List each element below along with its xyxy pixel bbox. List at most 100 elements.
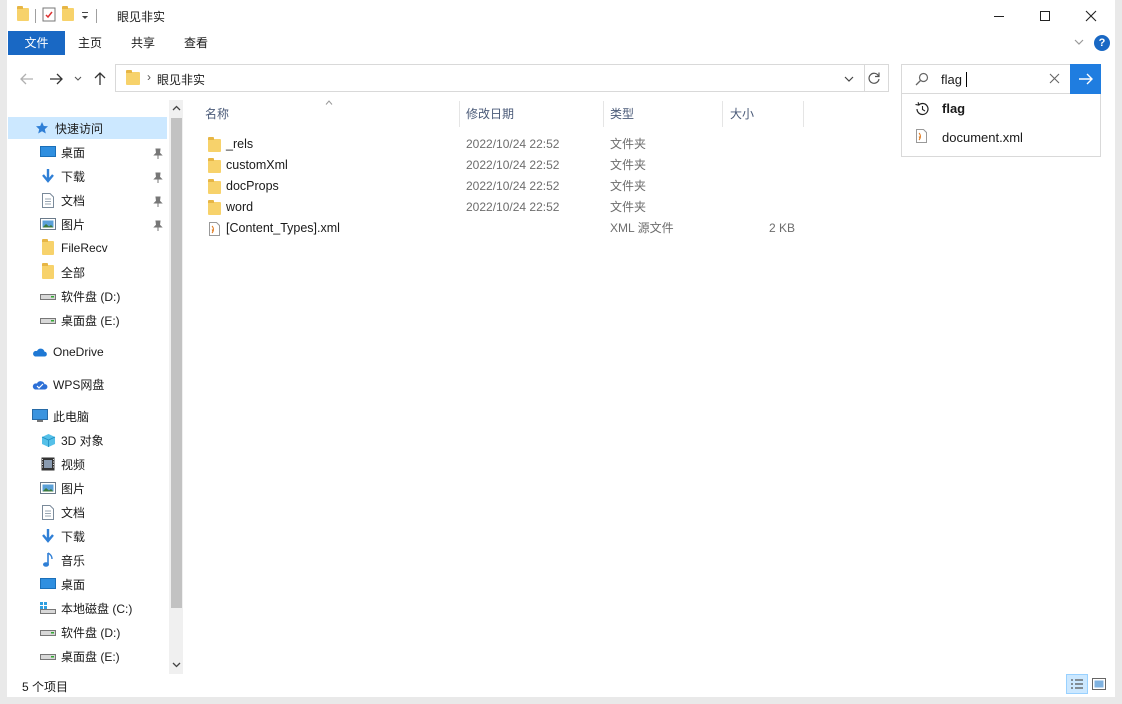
nav-wps-cloud[interactable]: WPS网盘 [31, 373, 104, 395]
nav-item-desktop[interactable]: 桌面 [39, 141, 85, 163]
clear-search-button[interactable] [1049, 73, 1060, 87]
file-row[interactable]: docProps 2022/10/24 22:52 文件夹 [197, 176, 797, 197]
column-divider[interactable] [603, 101, 604, 127]
column-header-date[interactable]: 修改日期 [466, 101, 514, 127]
pictures-icon [39, 216, 57, 232]
file-type: XML 源文件 [610, 221, 674, 235]
nav-item-pictures[interactable]: 图片 [39, 213, 85, 235]
close-button[interactable] [1068, 0, 1114, 31]
nav-this-pc[interactable]: 此电脑 [31, 405, 89, 427]
tab-share[interactable]: 共享 [122, 31, 164, 55]
item-count: 5 个项目 [22, 680, 69, 694]
recent-locations-button[interactable] [71, 67, 85, 91]
nav-item-drive-e[interactable]: 桌面盘 (E:) [39, 309, 120, 331]
local-disk-icon [39, 600, 57, 616]
file-row[interactable]: [Content_Types].xml XML 源文件 2 KB [197, 218, 797, 239]
file-row[interactable]: word 2022/10/24 22:52 文件夹 [197, 197, 797, 218]
tab-home[interactable]: 主页 [69, 31, 111, 55]
nav-item-downloads[interactable]: 下载 [39, 525, 85, 547]
search-box[interactable]: flag [901, 64, 1071, 94]
scroll-up-icon[interactable] [172, 105, 181, 111]
nav-item-music[interactable]: 音乐 [39, 549, 85, 571]
nav-item-pictures[interactable]: 图片 [39, 477, 85, 499]
tab-file[interactable]: 文件 [8, 31, 65, 55]
breadcrumb-chevron-icon[interactable]: › [147, 70, 151, 84]
column-divider[interactable] [459, 101, 460, 127]
chevron-down-icon [844, 76, 854, 82]
details-view-button[interactable] [1066, 674, 1088, 694]
forward-button[interactable] [45, 67, 67, 91]
file-row[interactable]: customXml 2022/10/24 22:52 文件夹 [197, 155, 797, 176]
back-button[interactable] [16, 67, 38, 91]
nav-label: 桌面 [61, 577, 86, 592]
nav-item-3d-objects[interactable]: 3D 对象 [39, 429, 104, 451]
column-divider[interactable] [722, 101, 723, 127]
suggestion-label: document.xml [942, 130, 1023, 145]
text-cursor [966, 72, 967, 87]
drive-icon [39, 624, 57, 640]
column-header-size[interactable]: 大小 [730, 101, 754, 127]
pin-icon [153, 148, 163, 159]
address-bar[interactable]: › 眼见非实 [115, 64, 865, 92]
nav-scrollbar[interactable] [169, 100, 183, 674]
suggestion-item[interactable]: flag [902, 96, 1100, 122]
file-date: 2022/10/24 22:52 [466, 200, 560, 214]
nav-item-drive-d[interactable]: 软件盘 (D:) [39, 285, 120, 307]
pin-icon [153, 220, 163, 231]
arrow-up-icon [94, 72, 106, 85]
nav-item-documents[interactable]: 文档 [39, 189, 85, 211]
nav-item-drive-e[interactable]: 桌面盘 (E:) [39, 645, 120, 667]
column-divider[interactable] [803, 101, 804, 127]
large-icons-view-button[interactable] [1088, 674, 1110, 694]
nav-label: 此电脑 [53, 409, 90, 424]
suggestion-item[interactable]: document.xml [902, 124, 1100, 150]
status-bar: 5 个项目 [7, 674, 1115, 697]
nav-item-downloads[interactable]: 下载 [39, 165, 85, 187]
3d-objects-icon [39, 432, 57, 448]
column-header-name[interactable]: 名称 [205, 101, 229, 127]
new-folder-icon[interactable] [62, 6, 74, 24]
help-icon[interactable]: ? [1094, 35, 1110, 51]
search-go-button[interactable] [1070, 64, 1101, 94]
desktop-icon [39, 576, 57, 592]
nav-item-desktop[interactable]: 桌面 [39, 573, 85, 595]
ribbon-expand-button[interactable] [1073, 36, 1085, 51]
nav-quick-access[interactable]: 快速访问 [8, 117, 167, 139]
file-date: 2022/10/24 22:52 [466, 179, 560, 193]
folder-icon [39, 263, 57, 280]
file-type: 文件夹 [610, 137, 647, 151]
nav-item-videos[interactable]: 视频 [39, 453, 85, 475]
column-header-type[interactable]: 类型 [610, 101, 634, 127]
tab-view[interactable]: 查看 [175, 31, 217, 55]
address-dropdown-button[interactable] [843, 73, 855, 87]
nav-item-documents[interactable]: 文档 [39, 501, 85, 523]
up-button[interactable] [89, 67, 111, 91]
properties-icon[interactable] [42, 7, 56, 25]
file-size: 2 KB [769, 221, 796, 235]
arrow-right-icon [50, 73, 63, 85]
file-row[interactable]: _rels 2022/10/24 22:52 文件夹 [197, 134, 797, 155]
breadcrumb[interactable]: 眼见非实 [157, 71, 205, 88]
file-name: docProps [226, 179, 279, 193]
minimize-icon [994, 15, 1004, 17]
nav-item-local-disk-c[interactable]: 本地磁盘 (C:) [39, 597, 132, 619]
minimize-button[interactable] [976, 0, 1022, 31]
separator [96, 9, 97, 23]
navigation-pane: 快速访问 桌面 下载 文档 图片 FileRecv 全部 软件盘 (D:) 桌面… [7, 100, 183, 674]
nav-label: 软件盘 (D:) [61, 625, 121, 640]
nav-item-filerecv[interactable]: FileRecv [39, 237, 108, 259]
search-suggestions: flag document.xml [901, 94, 1101, 157]
refresh-icon [868, 72, 880, 84]
scroll-down-icon[interactable] [172, 662, 181, 668]
nav-label: OneDrive [53, 345, 104, 359]
nav-onedrive[interactable]: OneDrive [31, 341, 104, 363]
search-input[interactable]: flag [941, 72, 962, 87]
refresh-button[interactable] [859, 64, 889, 92]
download-icon [39, 528, 57, 544]
maximize-button[interactable] [1022, 0, 1068, 31]
nav-item-drive-d[interactable]: 软件盘 (D:) [39, 621, 120, 643]
scrollbar-thumb[interactable] [171, 118, 182, 608]
history-icon [914, 101, 930, 120]
nav-item-all[interactable]: 全部 [39, 261, 85, 283]
toolbar-dropdown-icon[interactable] [80, 9, 90, 23]
